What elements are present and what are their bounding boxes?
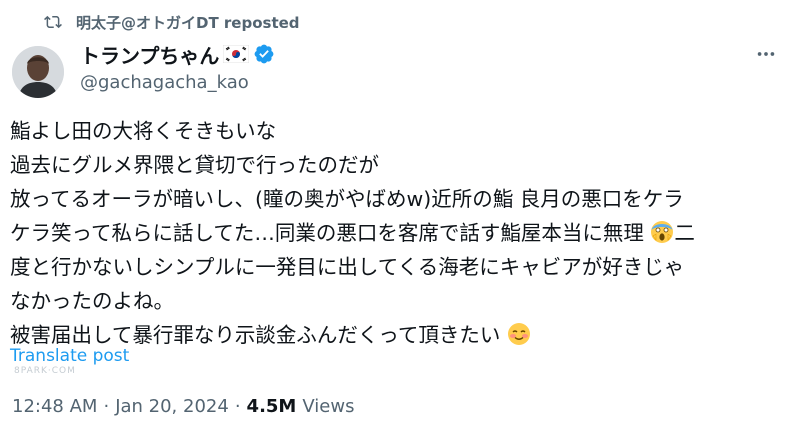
author-name-row[interactable]: トランプちゃん <box>80 40 275 68</box>
post-line: 度と行かないしシンプルに一発目に出してくる海老にキャビアが好きじゃ <box>10 255 685 279</box>
repost-icon <box>44 15 62 29</box>
meta-separator: · <box>234 396 241 417</box>
watermark: 8PARK·COM <box>14 366 76 376</box>
post-line: なかったのよね。 <box>10 289 174 313</box>
repost-text: 明太子@オトガイDT reposted <box>76 13 300 32</box>
south-korea-flag-icon <box>223 45 250 63</box>
post-meta: 12:48 AM · Jan 20, 2024 · 4.5M Views <box>12 396 354 417</box>
post-line-text: ケラ笑って私らに話してた…同業の悪口を客席で話す鮨屋本当に無理 <box>10 221 644 245</box>
repost-header[interactable]: 明太子@オトガイDT reposted <box>44 10 300 34</box>
screaming-face-emoji <box>651 221 674 243</box>
post-time[interactable]: 12:48 AM <box>12 396 97 417</box>
post-date[interactable]: Jan 20, 2024 <box>115 396 229 417</box>
avatar-image <box>12 46 64 98</box>
views-count[interactable]: 4.5M <box>247 396 297 417</box>
post-line-text: 被害届出して暴行罪なり示談金ふんだくって頂きたい <box>10 323 501 347</box>
post-line: 鮨よし田の大将くそきもいな <box>10 119 277 143</box>
post-line: 過去にグルメ界隈と貸切で行ったのだが <box>10 153 379 177</box>
more-options-icon[interactable] <box>752 40 780 68</box>
translate-post-link[interactable]: Translate post <box>10 346 129 366</box>
post-line: 放ってるオーラが暗いし、(瞳の奥がやばめw)近所の鮨 良月の悪口をケラ <box>10 187 684 211</box>
author-handle[interactable]: @gachagacha_kao <box>80 72 249 93</box>
verified-badge-icon[interactable] <box>253 43 275 65</box>
smiling-face-emoji <box>507 323 530 345</box>
post-line-tail: 二 <box>674 221 695 245</box>
views-label: Views <box>302 396 355 417</box>
post-line: ケラ笑って私らに話してた…同業の悪口を客席で話す鮨屋本当に無理 二 <box>10 216 786 250</box>
post-text: 鮨よし田の大将くそきもいな 過去にグルメ界隈と貸切で行ったのだが 放ってるオーラ… <box>10 114 786 352</box>
meta-separator: · <box>103 396 110 417</box>
author-display-name[interactable]: トランプちゃん <box>80 40 219 69</box>
avatar[interactable] <box>12 46 64 98</box>
